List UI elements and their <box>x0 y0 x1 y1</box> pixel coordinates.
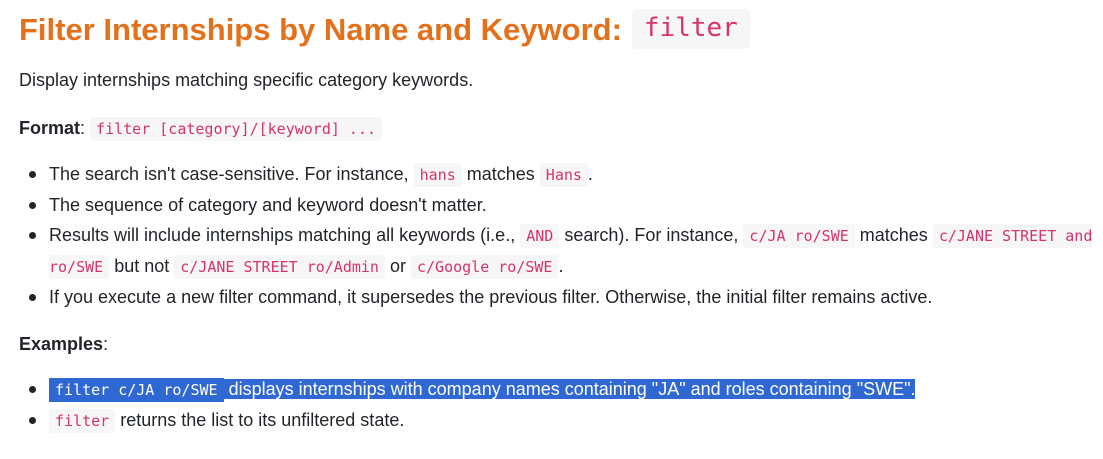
selected-text-highlight[interactable]: filter c/JA ro/SWE displays internships … <box>49 378 916 402</box>
note-text: Results will include internships matchin… <box>49 225 516 245</box>
inline-code: AND <box>520 224 560 248</box>
inline-code: filter <box>49 409 116 433</box>
examples-label: Examples <box>19 334 104 354</box>
note-item-sequence: The sequence of category and keyword doe… <box>29 190 1103 220</box>
inline-code: c/JA ro/SWE <box>743 224 855 248</box>
document-page: Filter Internships by Name and Keyword: … <box>0 0 1103 459</box>
inline-code: hans <box>413 163 462 187</box>
example-item-filter-reset: filter returns the list to its unfiltere… <box>29 405 1103 436</box>
inline-code: c/JANE STREET ro/Admin <box>174 255 385 279</box>
inline-code: c/Google ro/SWE <box>411 255 559 279</box>
note-text: but not <box>114 256 170 276</box>
format-colon: : <box>80 118 86 138</box>
note-item-and-search: Results will include internships matchin… <box>29 220 1103 282</box>
note-text: search). For instance, <box>564 225 739 245</box>
description-paragraph: Display internships matching specific ca… <box>19 70 474 90</box>
note-text: If you execute a new filter command, it … <box>49 287 933 307</box>
format-code: filter [category]/[keyword] ... <box>90 117 383 141</box>
note-item-case-insensitive: The search isn't case-sensitive. For ins… <box>29 159 1103 190</box>
format-label: Format <box>19 118 81 138</box>
note-text: or <box>389 256 406 276</box>
note-text: matches <box>466 164 535 184</box>
example-text: displays internships with company names … <box>228 379 916 399</box>
example-text: returns the list to its unfiltered state… <box>120 410 405 430</box>
examples-paragraph: Examples: <box>19 330 1103 358</box>
heading-command-code: filter <box>631 9 750 49</box>
examples-list: filter c/JA ro/SWE displays internships … <box>19 374 1103 436</box>
examples-colon: : <box>103 334 109 354</box>
notes-list: The search isn't case-sensitive. For ins… <box>19 159 1103 312</box>
inline-code: Hans <box>539 163 588 187</box>
note-text: The sequence of category and keyword doe… <box>49 195 487 215</box>
note-text: The search isn't case-sensitive. For ins… <box>49 164 409 184</box>
heading-title: Filter Internships by Name and Keyword: <box>19 11 622 47</box>
note-text: matches <box>859 225 928 245</box>
section-heading: Filter Internships by Name and Keyword: … <box>19 0 1103 52</box>
note-item-supersede: If you execute a new filter command, it … <box>29 282 1103 312</box>
format-paragraph: Format: filter [category]/[keyword] ... <box>19 114 1103 143</box>
note-text: . <box>558 256 564 276</box>
inline-code: filter c/JA ro/SWE <box>49 378 224 402</box>
note-text: . <box>587 164 593 184</box>
example-item-filter-ja-swe: filter c/JA ro/SWE displays internships … <box>29 374 1103 405</box>
